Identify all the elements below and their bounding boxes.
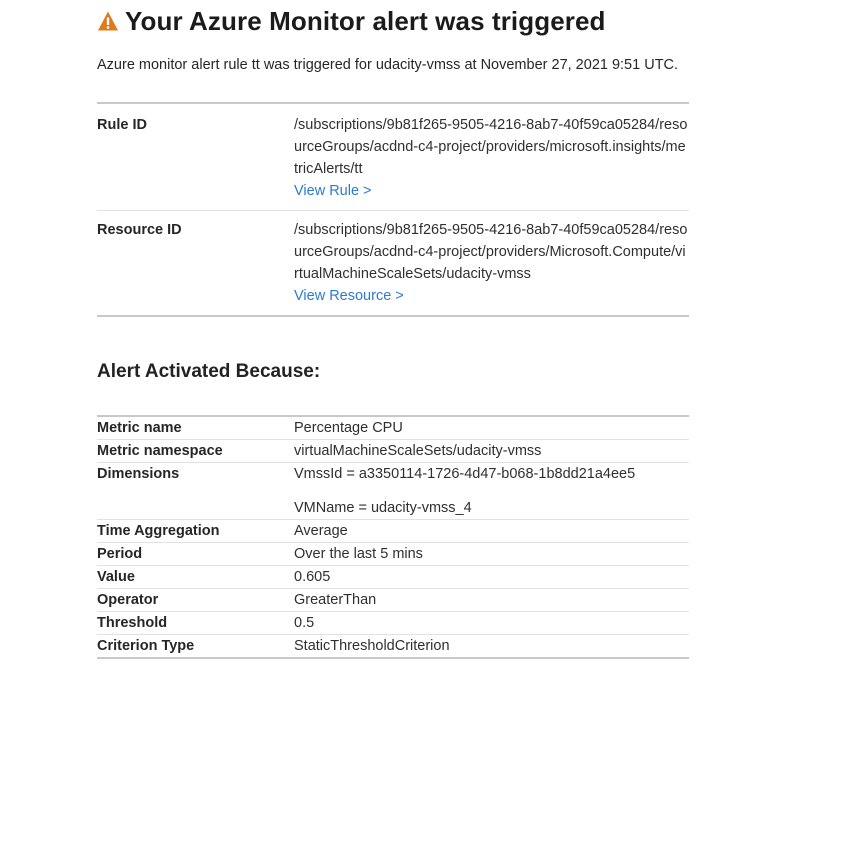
rule-id-value: /subscriptions/9b81f265-9505-4216-8ab7-4… [294, 117, 688, 177]
time-aggregation-value: Average [294, 519, 689, 543]
table-row: Operator GreaterThan [97, 588, 689, 612]
value-label: Value [97, 565, 294, 589]
dimensions-label: Dimensions [97, 462, 294, 520]
dimensions-cell: VmssId = a3350114-1726-4d47-b068-1b8dd21… [294, 462, 689, 520]
period-label: Period [97, 542, 294, 566]
intro-text: Azure monitor alert rule tt was triggere… [97, 57, 679, 73]
table-row: Threshold 0.5 [97, 611, 689, 635]
section-title: Alert Activated Because: [97, 361, 321, 382]
table-row: Resource ID /subscriptions/9b81f265-9505… [97, 210, 689, 316]
rule-id-label: Rule ID [97, 117, 147, 133]
criterion-type-label: Criterion Type [97, 634, 294, 658]
time-aggregation-label: Time Aggregation [97, 519, 294, 543]
rule-id-cell: /subscriptions/9b81f265-9505-4216-8ab7-4… [294, 103, 689, 211]
period-value: Over the last 5 mins [294, 542, 689, 566]
metric-name-label: Metric name [97, 420, 182, 436]
metric-namespace-label: Metric namespace [97, 439, 294, 463]
table-row: Metric name Percentage CPU [97, 416, 689, 440]
operator-label: Operator [97, 588, 294, 612]
criterion-type-value: StaticThresholdCriterion [294, 634, 689, 658]
warning-triangle-icon [97, 10, 119, 32]
table-row: Value 0.605 [97, 565, 689, 589]
threshold-value: 0.5 [294, 611, 689, 635]
table-row: Time Aggregation Average [97, 519, 689, 543]
title-row: Your Azure Monitor alert was triggered [97, 0, 689, 42]
dimension-vmname: VMName = udacity-vmss_4 [294, 500, 472, 516]
value-value: 0.605 [294, 565, 689, 589]
page-title: Your Azure Monitor alert was triggered [125, 5, 606, 36]
dimension-vmssid: VmssId = a3350114-1726-4d47-b068-1b8dd21… [294, 466, 636, 482]
table-row: Metric namespace virtualMachineScaleSets… [97, 439, 689, 463]
resource-id-cell: /subscriptions/9b81f265-9505-4216-8ab7-4… [294, 210, 689, 316]
threshold-label: Threshold [97, 611, 294, 635]
metric-details-table: Metric name Percentage CPU Metric namesp… [97, 415, 689, 659]
view-rule-link[interactable]: View Rule > [294, 183, 372, 199]
table-row: Dimensions VmssId = a3350114-1726-4d47-b… [97, 462, 689, 520]
metric-name-value: Percentage CPU [294, 420, 403, 436]
table-row: Rule ID /subscriptions/9b81f265-9505-421… [97, 103, 689, 211]
table-row: Criterion Type StaticThresholdCriterion [97, 634, 689, 658]
rule-details-table: Rule ID /subscriptions/9b81f265-9505-421… [97, 102, 689, 317]
table-row: Period Over the last 5 mins [97, 542, 689, 566]
resource-id-value: /subscriptions/9b81f265-9505-4216-8ab7-4… [294, 222, 688, 282]
operator-value: GreaterThan [294, 588, 689, 612]
view-resource-link[interactable]: View Resource > [294, 288, 404, 304]
alert-email: Your Azure Monitor alert was triggered A… [97, 0, 689, 659]
metric-namespace-value: virtualMachineScaleSets/udacity-vmss [294, 439, 689, 463]
resource-id-label: Resource ID [97, 210, 294, 316]
